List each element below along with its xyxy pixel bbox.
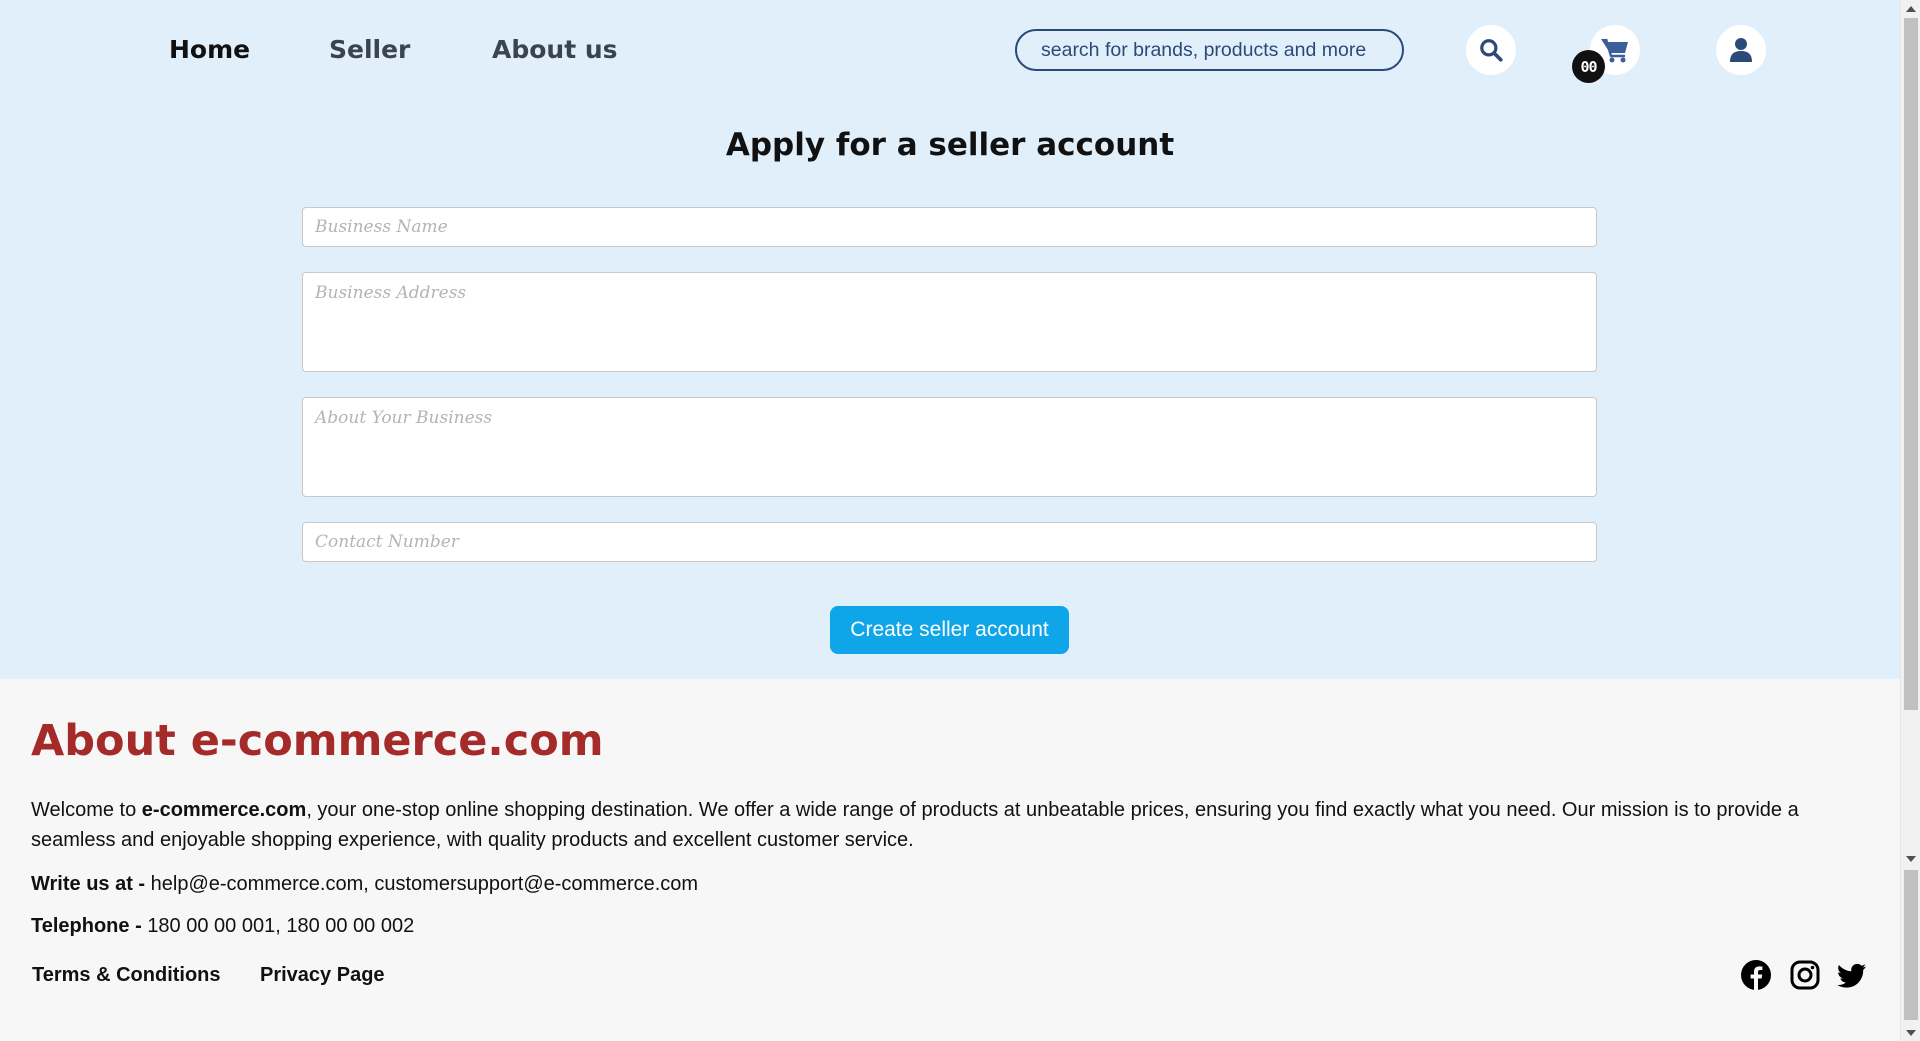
- cart-icon: [1601, 38, 1628, 63]
- search-icon: [1480, 39, 1503, 62]
- user-icon: [1730, 38, 1752, 62]
- contact-email-line: Write us at - help@e-commerce.com, custo…: [31, 870, 698, 898]
- scroll-down-arrow-bottom-icon[interactable]: [1901, 1024, 1920, 1041]
- footer-about-text: Welcome to e-commerce.com, your one-stop…: [31, 795, 1821, 855]
- scrollbar-thumb-lower[interactable]: [1904, 870, 1918, 1020]
- write-value: help@e-commerce.com, customersupport@e-c…: [150, 873, 699, 895]
- vertical-scrollbar[interactable]: [1900, 0, 1920, 1041]
- nav-seller-link[interactable]: Seller: [329, 34, 410, 66]
- about-business-input[interactable]: [302, 397, 1597, 497]
- tel-value: 180 00 00 001, 180 00 00 002: [147, 915, 415, 937]
- twitter-icon[interactable]: [1836, 959, 1868, 991]
- tel-label: Telephone -: [31, 915, 148, 937]
- telephone-line: Telephone - 180 00 00 001, 180 00 00 002: [31, 912, 414, 940]
- contact-number-input[interactable]: [302, 522, 1597, 562]
- write-label: Write us at -: [31, 873, 151, 895]
- terms-conditions-link[interactable]: Terms & Conditions: [32, 961, 221, 989]
- footer-title: About e-commerce.com: [31, 716, 604, 766]
- footer: About e-commerce.com Welcome to e-commer…: [0, 679, 1900, 1041]
- scrollbar-thumb[interactable]: [1904, 18, 1918, 710]
- seller-application-section: Home Seller About us 00 Apply: [0, 0, 1900, 679]
- page-viewport: Home Seller About us 00 Apply: [0, 0, 1900, 1041]
- form-title: Apply for a seller account: [725, 127, 1175, 163]
- instagram-icon[interactable]: [1789, 959, 1821, 991]
- nav-home-link[interactable]: Home: [169, 34, 250, 66]
- scroll-down-arrow-icon[interactable]: [1901, 850, 1920, 867]
- cart-count-badge: 00: [1572, 50, 1605, 83]
- privacy-page-link[interactable]: Privacy Page: [260, 961, 385, 989]
- search-button[interactable]: [1466, 25, 1516, 75]
- intro-prefix: Welcome to: [31, 799, 142, 821]
- search-input[interactable]: [1015, 29, 1404, 71]
- user-account-button[interactable]: [1716, 25, 1766, 75]
- business-name-input[interactable]: [302, 207, 1597, 247]
- create-seller-account-button[interactable]: Create seller account: [830, 606, 1069, 654]
- nav-about-link[interactable]: About us: [492, 34, 618, 66]
- scroll-up-arrow-icon[interactable]: [1901, 0, 1920, 17]
- business-address-input[interactable]: [302, 272, 1597, 372]
- intro-brand: e-commerce.com: [141, 799, 307, 821]
- facebook-icon[interactable]: [1740, 959, 1772, 991]
